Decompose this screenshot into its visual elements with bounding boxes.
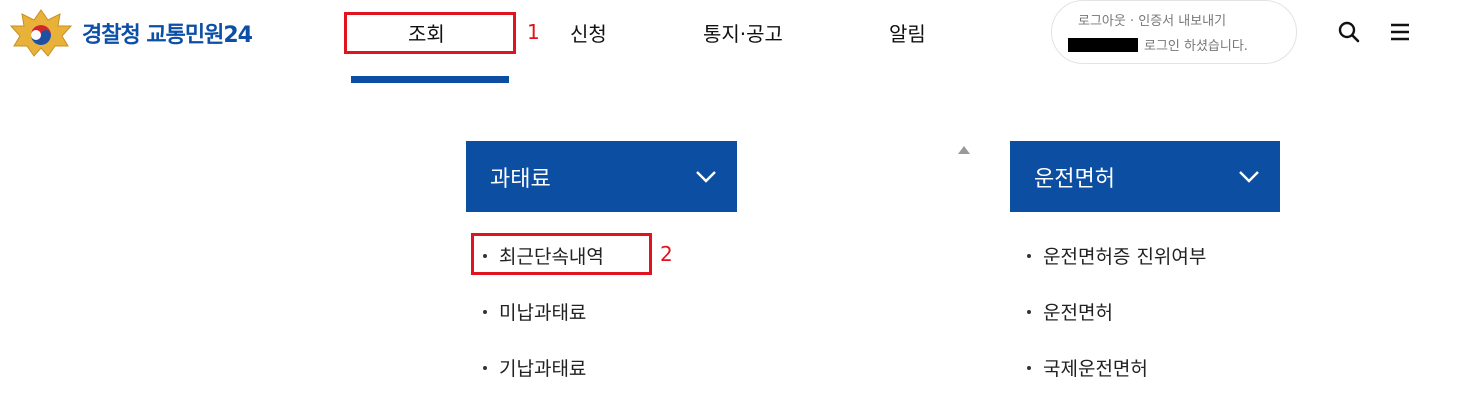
category-fine[interactable]: 과태료	[466, 141, 737, 212]
category-title-fine: 과태료	[490, 166, 551, 192]
login-status-box: 로그아웃 · 인증서 내보내기 로그인 하셨습니다.	[1051, 0, 1297, 64]
menu-item-label: 운전면허증 진위여부	[1043, 246, 1207, 268]
annotation-number-1: 1	[527, 20, 540, 44]
menu-item-license-verification[interactable]: 운전면허증 진위여부	[1027, 242, 1206, 269]
annotation-number-2: 2	[660, 242, 673, 266]
logout-export-link[interactable]: 로그아웃 · 인증서 내보내기	[1078, 10, 1226, 29]
site-logo[interactable]: 경찰청 교통민원24	[8, 8, 298, 58]
category-title-driver-license: 운전면허	[1034, 166, 1115, 192]
menu-item-label: 국제운전면허	[1043, 358, 1148, 380]
logo-service: 교통민원24	[146, 23, 253, 48]
chevron-down-icon	[696, 170, 716, 183]
menu-item-international-license[interactable]: 국제운전면허	[1027, 354, 1148, 381]
menu-item-driver-license[interactable]: 운전면허	[1027, 298, 1113, 325]
menu-item-label: 운전면허	[1043, 302, 1113, 324]
redacted-username	[1068, 37, 1138, 52]
menu-item-label: 기납과태료	[499, 358, 587, 380]
logo-text: 경찰청 교통민원24	[82, 17, 253, 49]
scroll-up-arrow-icon[interactable]	[958, 146, 970, 154]
login-status-label: 로그인 하셨습니다.	[1144, 39, 1248, 54]
nav-item-notice[interactable]: 통지·공고	[703, 18, 783, 47]
hamburger-menu-icon[interactable]	[1388, 20, 1412, 44]
bullet-dot	[1027, 253, 1031, 258]
menu-item-label: 미납과태료	[499, 302, 587, 324]
category-driver-license[interactable]: 운전면허	[1010, 141, 1280, 212]
logo-org: 경찰청	[82, 23, 141, 48]
nav-item-alert[interactable]: 알림	[889, 18, 926, 47]
search-icon[interactable]	[1337, 20, 1361, 44]
menu-item-unpaid-fines[interactable]: 미납과태료	[483, 298, 586, 325]
police-emblem-icon	[9, 9, 73, 57]
highlight-box-1	[344, 12, 516, 54]
menu-item-paid-fines[interactable]: 기납과태료	[483, 354, 586, 381]
nav-active-indicator	[351, 76, 509, 83]
nav-item-apply[interactable]: 신청	[570, 18, 607, 47]
bullet-dot	[1027, 309, 1031, 314]
bullet-dot	[483, 365, 487, 370]
highlight-box-2	[471, 233, 652, 275]
bullet-dot	[1027, 365, 1031, 370]
chevron-down-icon	[1239, 170, 1259, 183]
login-status-text: 로그인 하셨습니다.	[1068, 35, 1248, 54]
bullet-dot	[483, 309, 487, 314]
